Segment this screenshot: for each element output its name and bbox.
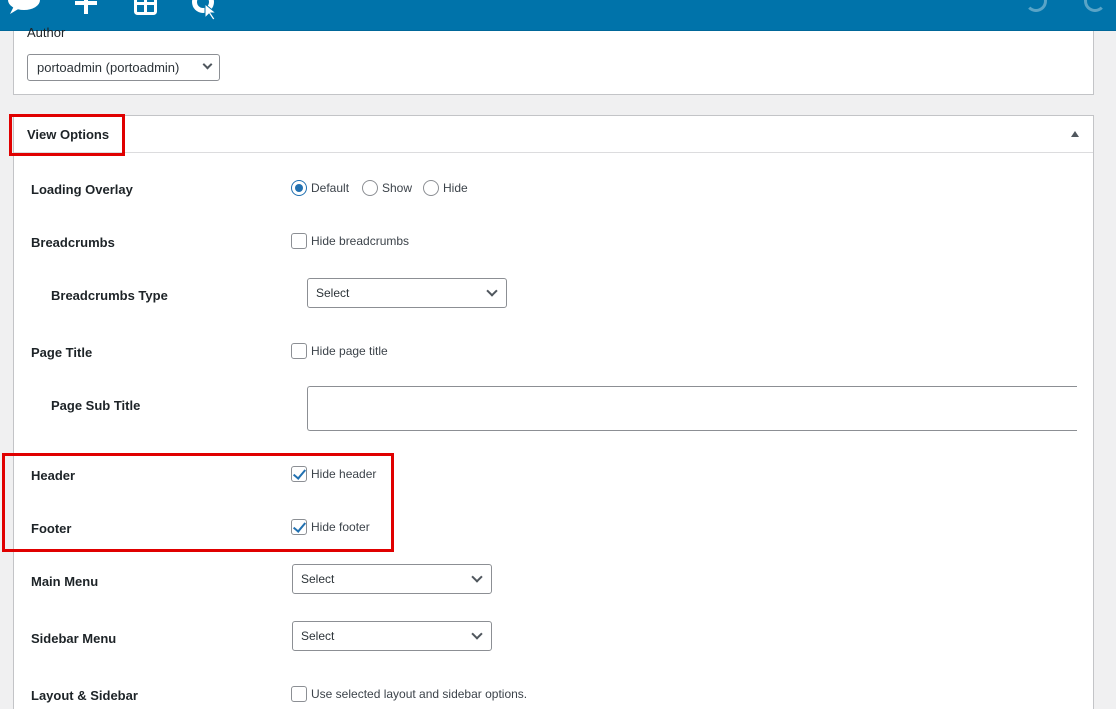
radio-show[interactable]: Show [362, 180, 412, 196]
wordpress-logo-icon[interactable] [6, 0, 42, 21]
radio-default-control[interactable] [291, 180, 307, 196]
radio-hide-control[interactable] [423, 180, 439, 196]
use-layout-checkbox[interactable] [291, 686, 307, 702]
page-sub-title-input[interactable] [307, 386, 1077, 431]
chevron-down-icon [202, 59, 213, 70]
use-layout-text: Use selected layout and sidebar options. [311, 687, 528, 701]
use-layout-option[interactable]: Use selected layout and sidebar options. [291, 686, 527, 702]
main-menu-select[interactable]: Select [292, 564, 492, 594]
radio-default[interactable]: Default [291, 180, 349, 196]
sidebar-menu-value: Select [301, 629, 335, 643]
assistant-icon[interactable] [191, 0, 219, 25]
radio-default-label: Default [311, 181, 350, 195]
hide-header-option[interactable]: Hide header [291, 466, 376, 482]
view-options-header[interactable]: View Options [14, 116, 1093, 153]
author-select[interactable]: portoadmin (portoadmin) [27, 54, 220, 81]
radio-hide[interactable]: Hide [423, 180, 468, 196]
chevron-down-icon [471, 571, 483, 583]
header-label: Header [31, 468, 76, 483]
hide-footer-option[interactable]: Hide footer [291, 519, 370, 535]
radio-show-control[interactable] [362, 180, 378, 196]
hide-breadcrumbs-checkbox[interactable] [291, 233, 307, 249]
chevron-down-icon [471, 628, 483, 640]
chevron-down-icon [486, 285, 498, 297]
author-label: Author [27, 25, 66, 40]
hide-header-checkbox[interactable] [291, 466, 307, 482]
radio-hide-label: Hide [443, 181, 468, 195]
author-select-value: portoadmin (portoadmin) [37, 60, 180, 75]
footer-label: Footer [31, 521, 72, 536]
hide-breadcrumbs-text: Hide breadcrumbs [311, 234, 410, 248]
editor-toolbar [0, 0, 1116, 31]
author-panel: Author portoadmin (portoadmin) [13, 25, 1094, 95]
redo-icon[interactable] [1084, 0, 1106, 12]
hide-footer-text: Hide footer [311, 520, 370, 534]
sidebar-menu-label: Sidebar Menu [31, 631, 117, 646]
hide-breadcrumbs-option[interactable]: Hide breadcrumbs [291, 233, 409, 249]
hide-page-title-checkbox[interactable] [291, 343, 307, 359]
hide-header-text: Hide header [311, 467, 377, 481]
main-menu-label: Main Menu [31, 574, 99, 589]
sidebar-menu-select[interactable]: Select [292, 621, 492, 651]
hide-page-title-text: Hide page title [311, 344, 388, 358]
undo-icon[interactable] [1025, 0, 1047, 12]
radio-show-label: Show [382, 181, 413, 195]
panel-title: View Options [27, 127, 110, 142]
page-title-label: Page Title [31, 345, 93, 360]
add-block-icon[interactable] [74, 0, 98, 21]
collapse-arrow-icon[interactable] [1071, 131, 1079, 137]
page-sub-title-label: Page Sub Title [51, 398, 141, 413]
breadcrumbs-type-label: Breadcrumbs Type [51, 288, 168, 303]
breadcrumbs-label: Breadcrumbs [31, 235, 115, 250]
breadcrumbs-type-value: Select [316, 286, 350, 300]
hide-footer-checkbox[interactable] [291, 519, 307, 535]
main-menu-value: Select [301, 572, 335, 586]
hide-page-title-option[interactable]: Hide page title [291, 343, 388, 359]
breadcrumbs-type-select[interactable]: Select [307, 278, 507, 308]
layout-sidebar-label: Layout & Sidebar [31, 688, 138, 703]
loading-overlay-label: Loading Overlay [31, 182, 133, 197]
layout-icon[interactable] [134, 0, 158, 21]
